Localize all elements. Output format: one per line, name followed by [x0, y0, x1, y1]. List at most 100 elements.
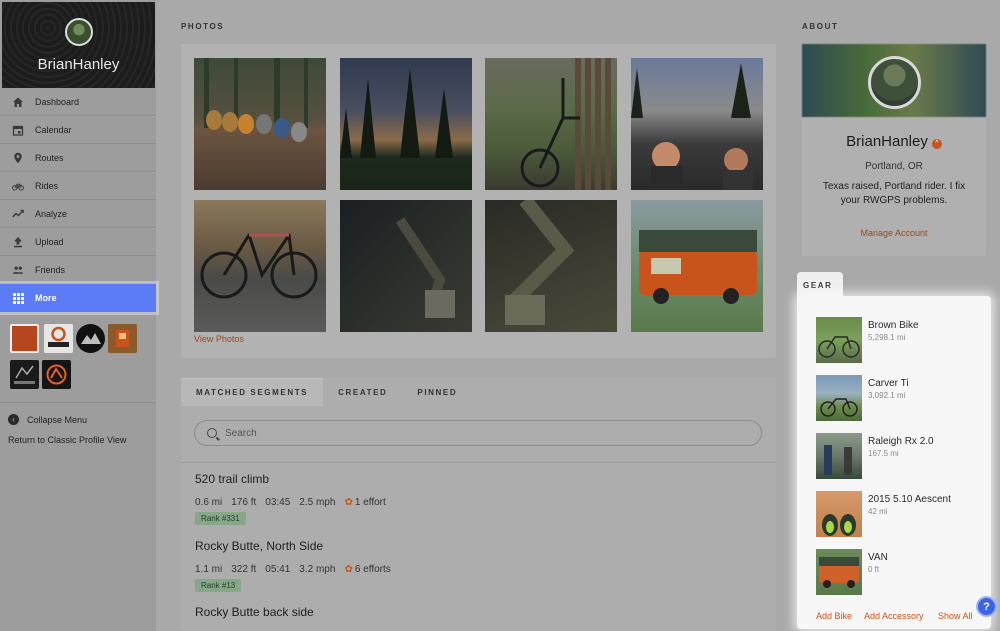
sidebar-profile[interactable]: BrianHanley: [2, 2, 155, 88]
gear-item[interactable]: Carver Ti 3,092.1 mi: [816, 375, 986, 423]
people-icon: [12, 264, 24, 276]
sidebar-item-dashboard[interactable]: Dashboard: [0, 88, 156, 116]
photo-thumbnail[interactable]: [631, 200, 763, 332]
sidebar-item-label: Analyze: [35, 208, 68, 219]
classic-profile-link[interactable]: Return to Classic Profile View: [8, 435, 126, 445]
grid-icon: [12, 292, 24, 304]
photos-title: PHOTOS: [181, 22, 225, 31]
help-icon[interactable]: ?: [976, 596, 997, 617]
club-badge[interactable]: [44, 324, 73, 353]
sidebar-nav: Dashboard Calendar Routes Rides Analyze: [0, 88, 156, 312]
about-title: ABOUT: [802, 22, 839, 31]
sidebar-item-analyze[interactable]: Analyze: [0, 200, 156, 228]
gear-name[interactable]: Raleigh Rx 2.0: [868, 436, 934, 447]
add-bike-button[interactable]: Add Bike: [816, 611, 852, 621]
photo-thumbnail[interactable]: [194, 58, 326, 190]
home-icon: [12, 96, 24, 108]
sidebar-item-friends[interactable]: Friends: [0, 256, 156, 284]
search-input[interactable]: [225, 427, 725, 439]
sidebar-item-upload[interactable]: Upload: [0, 228, 156, 256]
gear-distance: 5,298.1 mi: [868, 333, 906, 342]
photo-thumbnail[interactable]: [194, 200, 326, 332]
gear-distance: 3,092.1 mi: [868, 391, 906, 400]
sidebar-item-routes[interactable]: Routes: [0, 144, 156, 172]
medal-icon: ✿: [344, 497, 353, 508]
sidebar-item-label: Calendar: [35, 124, 72, 135]
segment-speed: 2.5 mph: [299, 497, 336, 508]
sidebar-item-label: More: [35, 293, 57, 303]
segment-speed: 3.2 mph: [299, 564, 336, 575]
collapse-menu-label: Collapse Menu: [27, 414, 88, 425]
upload-icon: [12, 236, 24, 248]
search-icon: [207, 428, 217, 438]
trend-icon: [12, 208, 24, 220]
tab-matched-segments[interactable]: MATCHED SEGMENTS: [181, 378, 324, 406]
gear-item[interactable]: Raleigh Rx 2.0 167.5 mi: [816, 433, 986, 481]
photo-thumbnail[interactable]: [485, 58, 617, 190]
profile-bio: Texas raised, Portland rider. I fix your…: [822, 181, 966, 206]
photo-thumbnail[interactable]: [485, 195, 617, 332]
sidebar-item-more[interactable]: More: [0, 284, 156, 312]
club-badge[interactable]: [42, 360, 71, 389]
add-accessory-button[interactable]: Add Accessory: [864, 611, 924, 621]
sidebar: BrianHanley Dashboard Calendar Routes Ri…: [0, 0, 156, 631]
efforts-label: 1 effort: [354, 497, 386, 508]
sidebar-username[interactable]: BrianHanley: [2, 56, 155, 73]
list-item[interactable]: Rocky Butte back side: [195, 605, 755, 619]
photo-thumbnail[interactable]: [340, 58, 472, 190]
gear-thumbnail: [816, 317, 862, 363]
sidebar-item-label: Routes: [35, 152, 64, 163]
gear-distance: 167.5 mi: [868, 449, 899, 458]
gear-card: Brown Bike 5,298.1 mi Carver Ti 3,092.1 …: [797, 296, 991, 629]
photo-thumbnail[interactable]: [631, 58, 763, 190]
gear-item[interactable]: Brown Bike 5,298.1 mi: [816, 317, 986, 365]
club-badge[interactable]: [76, 324, 105, 353]
gear-item[interactable]: VAN 0 ft: [816, 549, 986, 597]
gear-item[interactable]: 2015 5.10 Aescent 42 mi: [816, 491, 986, 539]
gear-distance: 42 mi: [868, 507, 888, 516]
avatar[interactable]: [868, 56, 921, 109]
gear-name[interactable]: 2015 5.10 Aescent: [868, 494, 951, 505]
show-all-gear-link[interactable]: Show All: [938, 611, 973, 621]
search-bar[interactable]: [194, 420, 762, 446]
rank-badge: Rank #13: [195, 579, 242, 592]
segment-efforts: ✿ 6 efforts: [344, 564, 390, 575]
tab-created[interactable]: CREATED: [323, 378, 402, 406]
sidebar-item-label: Dashboard: [35, 96, 80, 107]
gear-thumbnail: [816, 433, 862, 479]
club-badge[interactable]: [10, 324, 39, 353]
segment-elevation: 322 ft: [231, 564, 257, 575]
segment-stats: 1.1 mi 322 ft 05:41 3.2 mph ✿ 6 efforts: [195, 564, 755, 575]
photo-thumbnail[interactable]: [340, 200, 472, 332]
avatar[interactable]: [65, 18, 93, 46]
sidebar-item-calendar[interactable]: Calendar: [0, 116, 156, 144]
rank-badge: Rank #331: [195, 512, 246, 525]
view-photos-link[interactable]: View Photos: [194, 334, 244, 344]
premium-badge-icon: ^: [931, 139, 942, 149]
list-item[interactable]: 520 trail climb 0.6 mi 176 ft 03:45 2.5 …: [195, 472, 755, 525]
calendar-icon: [12, 124, 24, 136]
club-badge[interactable]: [108, 324, 137, 353]
club-badge[interactable]: [10, 360, 39, 389]
profile-location: Portland, OR: [865, 161, 923, 172]
gear-name[interactable]: VAN: [868, 552, 888, 563]
divider: [0, 402, 156, 403]
list-item[interactable]: Rocky Butte, North Side 1.1 mi 322 ft 05…: [195, 539, 755, 592]
photos-card: View Photos: [181, 44, 776, 358]
sidebar-item-rides[interactable]: Rides: [0, 172, 156, 200]
tab-pinned[interactable]: PINNED: [402, 378, 472, 406]
segment-name[interactable]: Rocky Butte back side: [195, 605, 755, 619]
gear-name[interactable]: Carver Ti: [868, 378, 909, 389]
segment-name[interactable]: 520 trail climb: [195, 472, 755, 486]
segment-time: 03:45: [265, 497, 291, 508]
collapse-menu-button[interactable]: ‹ Collapse Menu: [8, 414, 87, 425]
gear-name[interactable]: Brown Bike: [868, 320, 919, 331]
manage-account-link[interactable]: Manage Account: [802, 228, 986, 238]
segment-name[interactable]: Rocky Butte, North Side: [195, 539, 755, 553]
chevron-left-icon: ‹: [8, 414, 19, 425]
gear-distance: 0 ft: [868, 565, 880, 574]
segment-elevation: 176 ft: [231, 497, 257, 508]
segment-distance: 1.1 mi: [195, 564, 223, 575]
segment-stats: 0.6 mi 176 ft 03:45 2.5 mph ✿ 1 effort: [195, 497, 755, 508]
efforts-label: 6 efforts: [354, 564, 391, 575]
